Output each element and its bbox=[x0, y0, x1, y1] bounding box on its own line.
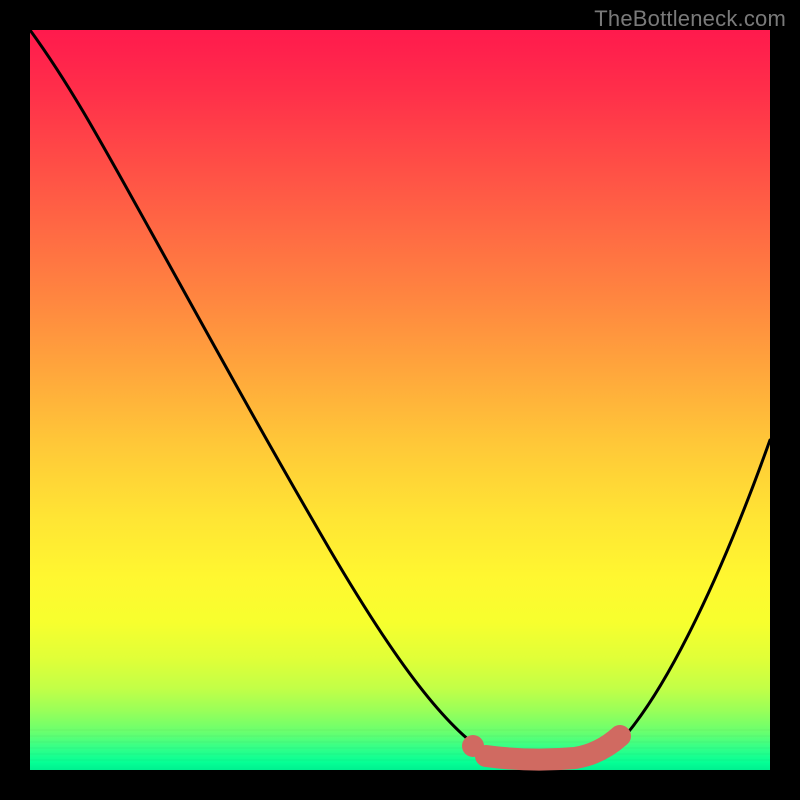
gradient-texture-lines bbox=[30, 730, 770, 760]
curve-svg bbox=[30, 30, 770, 770]
plot-area bbox=[30, 30, 770, 770]
bottleneck-curve bbox=[30, 30, 770, 765]
chart-frame: TheBottleneck.com bbox=[0, 0, 800, 800]
watermark-text: TheBottleneck.com bbox=[594, 6, 786, 32]
